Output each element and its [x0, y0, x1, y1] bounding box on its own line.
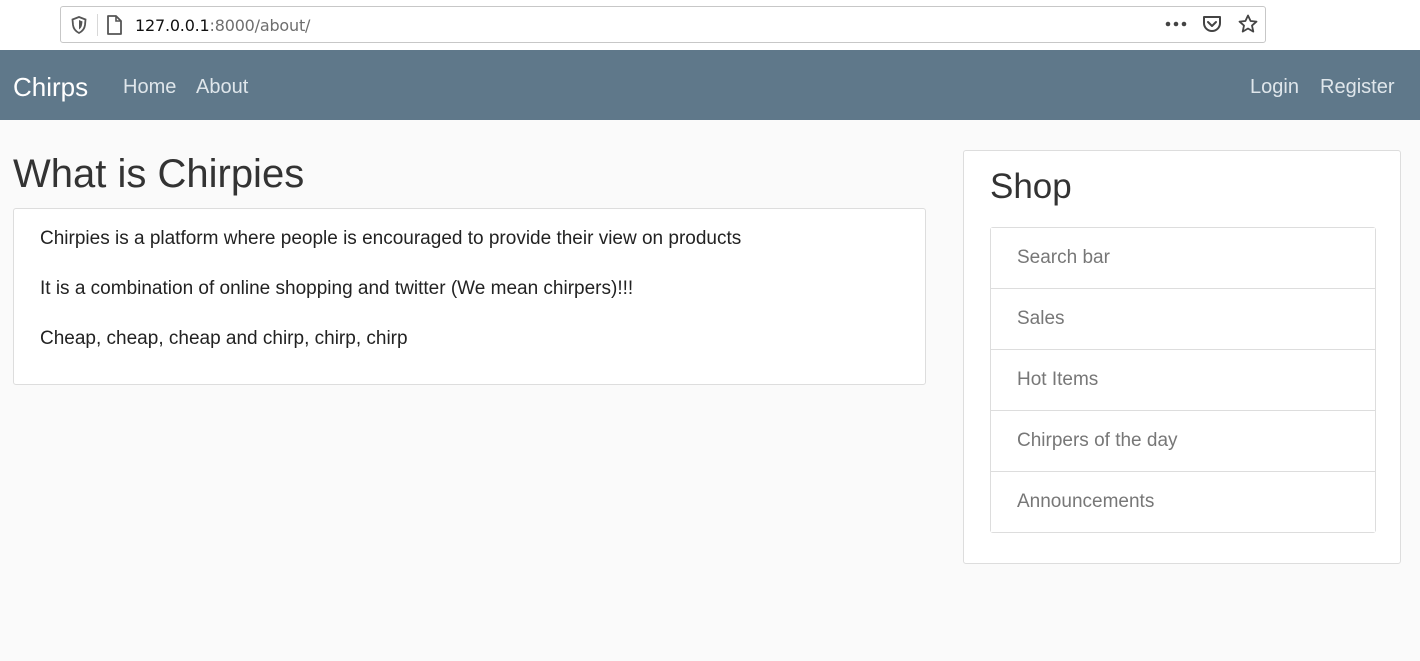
url-path: :8000/about/: [209, 16, 311, 35]
shop-item-hot-items[interactable]: Hot Items: [991, 349, 1375, 410]
url-text[interactable]: 127.0.0.1:8000/about/: [135, 16, 310, 35]
nav-link-home[interactable]: Home: [123, 76, 176, 99]
address-bar[interactable]: 127.0.0.1:8000/about/: [60, 6, 1266, 43]
shop-item-sales[interactable]: Sales: [991, 288, 1375, 349]
browser-toolbar: 127.0.0.1:8000/about/: [0, 0, 1420, 50]
url-host: 127.0.0.1: [135, 16, 210, 35]
shop-item-announcements[interactable]: Announcements: [991, 471, 1375, 532]
shield-icon[interactable]: [71, 16, 87, 35]
about-paragraph: Cheap, cheap, cheap and chirp, chirp, ch…: [40, 328, 408, 349]
address-separator: [97, 14, 98, 36]
page-icon[interactable]: [106, 15, 122, 35]
nav-link-login[interactable]: Login: [1250, 76, 1299, 99]
page-title: What is Chirpies: [13, 152, 305, 196]
star-icon[interactable]: [1237, 13, 1259, 35]
shop-item-chirpers-of-the-day[interactable]: Chirpers of the day: [991, 410, 1375, 471]
pocket-icon[interactable]: [1201, 13, 1223, 35]
nav-link-about[interactable]: About: [196, 76, 248, 99]
top-navbar: Chirps Home About Login Register: [0, 50, 1420, 120]
shop-sidebar: Shop Search bar Sales Hot Items Chirpers…: [963, 150, 1401, 564]
about-card: Chirpies is a platform where people is e…: [13, 208, 926, 385]
about-paragraph: It is a combination of online shopping a…: [40, 278, 634, 299]
shop-item-search-bar[interactable]: Search bar: [991, 228, 1375, 288]
shop-list: Search bar Sales Hot Items Chirpers of t…: [990, 227, 1376, 533]
brand-link[interactable]: Chirps: [13, 72, 88, 103]
about-paragraph: Chirpies is a platform where people is e…: [40, 228, 742, 249]
address-actions: [1165, 13, 1259, 35]
more-icon[interactable]: [1165, 13, 1187, 35]
nav-link-register[interactable]: Register: [1320, 76, 1394, 99]
sidebar-title: Shop: [990, 167, 1072, 206]
